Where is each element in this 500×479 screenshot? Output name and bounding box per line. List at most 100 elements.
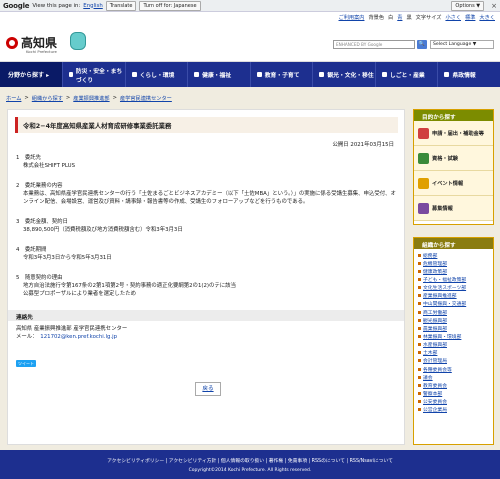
close-icon[interactable]: ×: [491, 2, 497, 10]
list-item: 産業振興推進部: [418, 292, 489, 300]
nav-item-icon: [256, 72, 262, 77]
color-black-button[interactable]: 黒: [406, 14, 411, 21]
nav-browse-by-field[interactable]: 分野から探す ▸: [0, 62, 62, 87]
contact-org: 高知県 産業振興推進部 産学官民連携センター: [16, 326, 128, 332]
org-link[interactable]: 観光振興部: [423, 317, 447, 324]
translate-button[interactable]: Translate: [105, 0, 137, 11]
search-input[interactable]: ENHANCED BY Google: [333, 40, 415, 49]
bullet-icon: [418, 383, 421, 387]
nav-item-living[interactable]: くらし・環境: [124, 62, 188, 87]
nav-item-work[interactable]: しごと・産業: [374, 62, 438, 87]
google-translate-bar: Google View this page in: English Transl…: [0, 0, 500, 12]
people-icon: [418, 202, 429, 214]
org-link[interactable]: 産業振興推進部: [423, 292, 457, 299]
org-link[interactable]: 警察本部: [423, 390, 442, 397]
sidebar-item-recruitment[interactable]: 募集情報: [414, 196, 493, 221]
list-item: 各種委員会等: [418, 365, 489, 373]
org-link[interactable]: 教育委員会: [423, 382, 447, 389]
options-button[interactable]: Options ▼: [451, 0, 485, 11]
language-select[interactable]: English: [83, 3, 102, 9]
sidebar-item-applications[interactable]: 申請・届出・補助金等: [414, 121, 493, 146]
main-nav: 分野から探す ▸ 防災・安全・まちづくり くらし・環境 健康・福祉 教育・子育て…: [0, 62, 500, 87]
list-item: 健康政策部: [418, 267, 489, 275]
breadcrumb-center[interactable]: 産学官民連携センター: [120, 95, 172, 102]
list-item: 警察本部: [418, 389, 489, 397]
org-link[interactable]: 公営企業局: [423, 406, 447, 413]
turn-off-button[interactable]: Turn off for: Japanese: [139, 0, 201, 11]
contact-heading: 連絡先: [8, 310, 404, 321]
nav-item-label: しごと・産業: [389, 73, 425, 79]
sidebar-item-label: 資格・試験: [432, 155, 458, 162]
bullet-icon: [418, 343, 421, 347]
color-white-button[interactable]: 白: [388, 14, 393, 21]
section-body: 株式会社SHIFT PLUS: [23, 163, 75, 169]
org-link[interactable]: 中山間振興・交通部: [423, 300, 466, 307]
list-item: 水産振興部: [418, 341, 489, 349]
nav-item-label: くらし・環境: [139, 73, 175, 79]
section-body: 本業務は、高知県産学官民連携センターの行う「土佐まるごとビジネスアカデミー（以下…: [23, 191, 396, 205]
bullet-icon: [418, 277, 421, 281]
org-link[interactable]: 林業振興・環境部: [423, 333, 461, 340]
org-link[interactable]: 公安委員会: [423, 398, 447, 405]
list-item: 総務部: [418, 251, 489, 259]
back-button[interactable]: 戻る: [195, 382, 221, 396]
site-header: 高知県 Kochi Prefecture ENHANCED BY Google …: [0, 22, 500, 62]
bullet-icon: [418, 359, 421, 363]
org-link[interactable]: 子ども・福祉政策部: [423, 276, 466, 283]
main-content: 令和2−4年度高知県産業人材育成研修事業委託業務 公開日 2021年03月15日…: [7, 109, 405, 445]
contact-info: 高知県 産業振興推進部 産学官民連携センター メール： 121702@ken.p…: [16, 325, 127, 341]
org-link[interactable]: 土木部: [423, 349, 437, 356]
org-link[interactable]: 水産振興部: [423, 341, 447, 348]
contact-mail-link[interactable]: 121702@ken.pref.kochi.lg.jp: [40, 334, 117, 340]
nav-item-education[interactable]: 教育・子育て: [249, 62, 313, 87]
mascot-icon: [70, 32, 86, 50]
list-item: 危機管理部: [418, 259, 489, 267]
nav-item-health[interactable]: 健康・福祉: [187, 62, 250, 87]
bullet-icon: [418, 302, 421, 306]
breadcrumb-org[interactable]: 組織から探す: [32, 95, 63, 102]
org-link[interactable]: 健康政策部: [423, 268, 447, 275]
font-small-link[interactable]: 小さく: [445, 14, 461, 21]
org-link[interactable]: 各種委員会等: [423, 366, 452, 373]
org-link[interactable]: 総務部: [423, 252, 437, 259]
page-title: 令和2−4年度高知県産業人材育成研修事業委託業務: [15, 117, 398, 133]
org-link[interactable]: 議会: [423, 374, 433, 381]
search-icon[interactable]: 🔍: [417, 40, 427, 49]
site-search: ENHANCED BY Google 🔍: [333, 40, 427, 49]
sidebar-item-exams[interactable]: 資格・試験: [414, 146, 493, 171]
font-standard-link[interactable]: 標準: [465, 14, 475, 21]
section-contractor: 1 委託先 株式会社SHIFT PLUS: [16, 154, 396, 170]
org-link[interactable]: 危機管理部: [423, 260, 447, 267]
site-footer: アクセシビリティポリシー | アクセシビリティ方針 | 個人情報の取り扱い | …: [0, 450, 500, 479]
select-language-dropdown[interactable]: Select Language ▼: [430, 40, 494, 49]
org-link[interactable]: 農業振興部: [423, 325, 447, 332]
bullet-icon: [418, 391, 421, 395]
nav-item-government[interactable]: 県政情報: [437, 62, 500, 87]
tweet-button[interactable]: ツイート: [16, 360, 36, 367]
bullet-icon: [418, 351, 421, 355]
org-link[interactable]: 文化生活スポーツ部: [423, 284, 466, 291]
footer-links[interactable]: アクセシビリティポリシー | アクセシビリティ方針 | 個人情報の取り扱い | …: [0, 450, 500, 464]
nav-item-icon: [131, 72, 137, 77]
bullet-icon: [418, 408, 421, 412]
breadcrumb-dept[interactable]: 産業振興推進部: [73, 95, 109, 102]
bullet-icon: [418, 310, 421, 314]
color-blue-button[interactable]: 青: [397, 14, 402, 21]
bullet-icon: [418, 334, 421, 338]
font-large-link[interactable]: 大きく: [479, 14, 495, 21]
breadcrumb-home[interactable]: ホーム: [6, 95, 21, 102]
font-size-label: 文字サイズ: [415, 14, 442, 21]
sitemap-link[interactable]: ご利用案内: [339, 14, 365, 21]
org-link[interactable]: 商工労働部: [423, 309, 447, 316]
org-link[interactable]: 会計管理局: [423, 357, 447, 364]
nav-item-disaster[interactable]: 防災・安全・まちづくり: [62, 62, 125, 87]
list-item: 林業振興・環境部: [418, 332, 489, 340]
list-item: 文化生活スポーツ部: [418, 284, 489, 292]
nav-item-tourism[interactable]: 観光・文化・移住: [312, 62, 375, 87]
section-reason: 5 随意契約の理由 地方自治法施行令第167条の2第1項第2号・契約事務の適正化要…: [16, 274, 396, 298]
section-amount: 3 委託金額、契約日 38,890,500円（消費税額及び地方消費税額含む）令和3…: [16, 218, 396, 234]
section-heading: 5 随意契約の理由: [16, 275, 63, 281]
view-page-label: View this page in:: [32, 2, 81, 9]
section-period: 4 委託期間 令和3年3月3日から令和5年3月31日: [16, 246, 396, 262]
sidebar-item-events[interactable]: イベント情報: [414, 171, 493, 196]
